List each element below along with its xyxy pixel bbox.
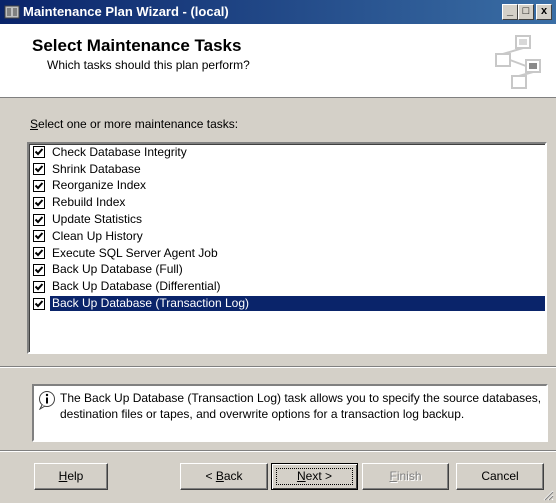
- checkmark-icon: [34, 182, 44, 190]
- task-description-text: The Back Up Database (Transaction Log) t…: [60, 391, 542, 421]
- back-button[interactable]: < Back: [180, 463, 268, 490]
- task-checkbox[interactable]: [33, 213, 45, 226]
- minimize-icon: _: [506, 5, 514, 17]
- finish-label: inish: [396, 469, 422, 483]
- task-item[interactable]: Update Statistics: [29, 211, 545, 228]
- prompt-mnemonic: S: [30, 117, 39, 131]
- checkmark-icon: [34, 299, 44, 308]
- task-label: Clean Up History: [52, 228, 143, 243]
- task-checkbox[interactable]: [33, 163, 45, 176]
- maintenance-task-list[interactable]: Check Database Integrity Shrink Database R…: [27, 142, 547, 354]
- close-icon: x: [540, 5, 548, 17]
- cancel-label: Cancel: [481, 469, 519, 483]
- wizard-header: Select Maintenance Tasks Which tasks sho…: [0, 24, 556, 98]
- help-label: elp: [67, 469, 84, 483]
- task-item[interactable]: Clean Up History: [29, 228, 545, 245]
- info-icon: [38, 390, 58, 411]
- focus-rect: [276, 468, 353, 485]
- task-label: Back Up Database (Transaction Log): [50, 296, 545, 312]
- checkmark-icon: [34, 148, 44, 156]
- next-button[interactable]: Next >: [271, 463, 358, 490]
- task-label: Check Database Integrity: [52, 144, 187, 159]
- checkmark-icon: [34, 249, 44, 257]
- task-checkbox[interactable]: [33, 280, 45, 293]
- app-icon: [4, 4, 20, 20]
- task-checkbox[interactable]: [33, 179, 45, 192]
- task-item[interactable]: Rebuild Index: [29, 194, 545, 211]
- task-item[interactable]: Execute SQL Server Agent Job: [29, 245, 545, 262]
- page-title: Select Maintenance Tasks: [32, 36, 242, 55]
- task-label: Back Up Database (Differential): [52, 279, 221, 294]
- task-description-box: The Back Up Database (Transaction Log) t…: [32, 384, 548, 442]
- separator: [0, 366, 556, 368]
- minimize-button[interactable]: _: [502, 4, 518, 20]
- checkmark-icon: [34, 215, 44, 224]
- task-checkbox[interactable]: [33, 247, 45, 260]
- cancel-button[interactable]: Cancel: [456, 463, 544, 490]
- finish-mnemonic: F: [389, 469, 397, 483]
- prompt-text: elect one or more maintenance tasks:: [38, 117, 239, 131]
- task-checkbox[interactable]: [33, 263, 45, 276]
- resize-grip-icon[interactable]: [542, 489, 554, 501]
- page-subtitle: Which tasks should this plan perform?: [47, 58, 250, 72]
- task-item[interactable]: Reorganize Index: [29, 178, 545, 195]
- checkmark-icon: [34, 165, 44, 173]
- task-checkbox[interactable]: [33, 146, 45, 159]
- task-label: Update Statistics: [52, 212, 143, 227]
- task-item[interactable]: Shrink Database: [29, 161, 545, 178]
- task-checkbox[interactable]: [33, 230, 45, 243]
- back-prefix: <: [205, 469, 216, 483]
- task-label: Rebuild Index: [52, 195, 126, 210]
- checkmark-icon: [34, 283, 44, 291]
- maintenance-plan-wizard-window: Maintenance Plan Wizard - (local) _ □ x …: [0, 0, 556, 503]
- maximize-button[interactable]: □: [518, 4, 534, 20]
- checkmark-icon: [34, 232, 44, 240]
- task-item[interactable]: Back Up Database (Differential): [29, 278, 545, 295]
- close-button[interactable]: x: [536, 4, 552, 20]
- separator: [0, 450, 556, 452]
- task-checkbox[interactable]: [33, 297, 45, 310]
- wizard-logo-icon: [486, 32, 550, 94]
- task-item[interactable]: Back Up Database (Transaction Log): [29, 295, 545, 312]
- help-button[interactable]: Help: [34, 463, 108, 490]
- finish-button[interactable]: Finish: [362, 463, 449, 490]
- task-label: Reorganize Index: [52, 178, 147, 193]
- task-item[interactable]: Back Up Database (Full): [29, 262, 545, 279]
- maximize-icon: □: [522, 5, 530, 17]
- window-title: Maintenance Plan Wizard - (local): [23, 4, 229, 19]
- checkmark-icon: [34, 199, 44, 207]
- checkmark-icon: [34, 266, 44, 274]
- tasks-prompt-label: Select one or more maintenance tasks:: [30, 117, 238, 131]
- task-checkbox[interactable]: [33, 196, 45, 209]
- back-mnemonic: B: [215, 469, 224, 483]
- task-label: Execute SQL Server Agent Job: [52, 245, 218, 260]
- back-label: ack: [223, 469, 243, 483]
- title-bar[interactable]: Maintenance Plan Wizard - (local) _ □ x: [0, 0, 556, 24]
- task-label: Back Up Database (Full): [52, 262, 183, 277]
- task-label: Shrink Database: [52, 161, 141, 176]
- task-item[interactable]: Check Database Integrity: [29, 144, 545, 161]
